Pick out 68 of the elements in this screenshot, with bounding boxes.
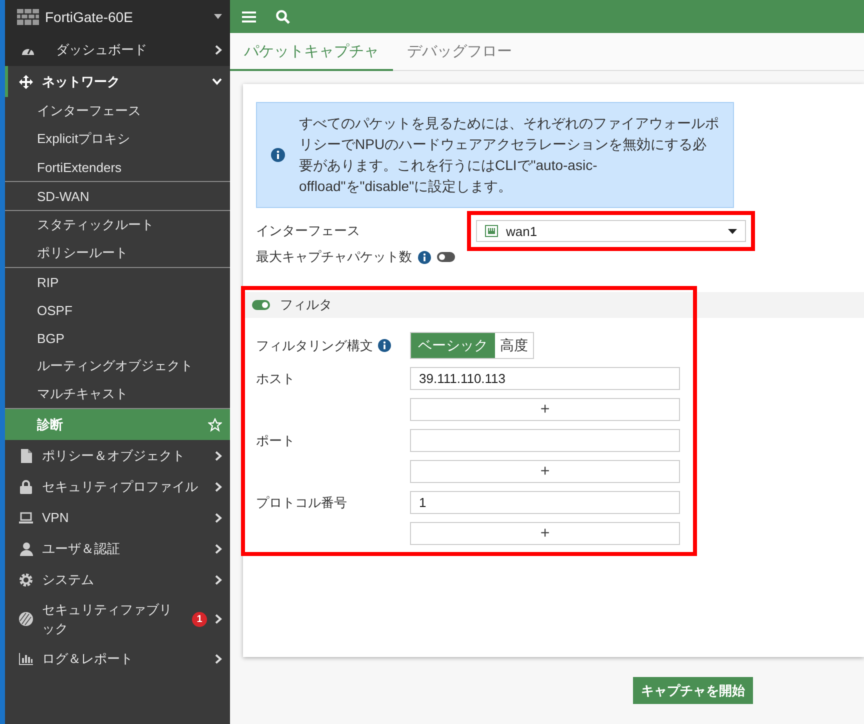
search-icon[interactable] (276, 10, 290, 24)
info-icon (378, 339, 391, 352)
tab[interactable]: パケットキャプチャ (230, 33, 393, 71)
chevron-right-icon (215, 482, 222, 492)
field-label: 最大キャプチャパケット数 (256, 248, 412, 266)
sidebar-item[interactable]: ダッシュボード (5, 33, 230, 66)
sidebar-subitem[interactable]: Explicitプロキシ (5, 125, 230, 153)
move-arrows-icon (19, 74, 33, 88)
sidebar-item[interactable]: セキュリティファブリック 1 (5, 595, 230, 643)
user-icon (20, 542, 32, 556)
port-icon (485, 225, 498, 237)
interface-select[interactable]: wan1 (476, 220, 746, 242)
field-label: ホスト (256, 370, 295, 388)
input-field[interactable]: 39.111.110.113 (410, 367, 680, 390)
toggle-switch[interactable] (252, 300, 270, 310)
sidebar-subitem[interactable]: BGP (5, 324, 230, 352)
sidebar-subitem[interactable]: FortiExtenders (5, 153, 230, 181)
sidebar-item[interactable]: ユーザ＆認証 (5, 533, 230, 564)
sidebar-item[interactable]: VPN (5, 502, 230, 533)
chevron-right-icon (215, 574, 222, 584)
sidebar-subitem[interactable]: マルチキャスト (5, 380, 230, 408)
notification-badge: 1 (192, 612, 207, 626)
toggle-switch[interactable] (437, 252, 455, 262)
info-icon (271, 148, 285, 162)
caret-down-icon (728, 228, 737, 234)
chevron-right-icon (215, 544, 222, 554)
striped-circle-icon (19, 612, 33, 626)
sidebar-subitem[interactable]: ポリシールート (5, 239, 230, 267)
sidebar-subitem[interactable]: インターフェース (5, 97, 230, 125)
firewall-icon (17, 8, 39, 24)
chevron-down-icon (212, 78, 222, 85)
info-text: すべてのパケットを見るためには、それぞれのファイアウォールポリシーでNPUのハードウェアアクセラレーションを無効にする必要があります。これを行うにはCLIで"auto-asic-offload"を"disable"に設定します。 (299, 114, 719, 196)
chevron-right-icon (215, 44, 222, 54)
chevron-right-icon (215, 450, 222, 460)
field-label: ポート (256, 432, 295, 450)
sidebar-item[interactable]: システム (5, 564, 230, 595)
field-label: インターフェース (256, 222, 361, 240)
star-icon[interactable] (208, 418, 222, 432)
segment-button[interactable]: ベーシック (411, 333, 495, 358)
laptop-icon (19, 512, 33, 524)
section-title: フィルタ (280, 296, 332, 314)
bar-chart-icon (19, 652, 33, 664)
input-field[interactable]: 1 (410, 491, 680, 514)
info-icon (418, 250, 431, 264)
sidebar-subitem[interactable]: 診断 (5, 408, 230, 440)
chevron-right-icon (215, 614, 222, 624)
sidebar-item[interactable]: ポリシー＆オブジェクト (5, 440, 230, 471)
chevron-right-icon (215, 512, 222, 522)
menu-icon[interactable] (242, 10, 256, 22)
sidebar-item[interactable]: セキュリティプロファイル (5, 471, 230, 502)
add-button[interactable]: + (410, 398, 680, 421)
lock-icon (20, 480, 32, 494)
field-label: フィルタリング構文 (256, 336, 373, 354)
device-name: FortiGate-60E (45, 8, 134, 24)
caret-down-icon (214, 14, 222, 19)
add-button[interactable]: + (410, 460, 680, 483)
add-button[interactable]: + (410, 522, 680, 545)
sidebar-subitem[interactable]: ルーティングオブジェクト (5, 352, 230, 380)
device-header[interactable]: FortiGate-60E (5, 0, 230, 33)
field-label: プロトコル番号 (256, 494, 347, 512)
chevron-right-icon (215, 654, 222, 664)
sidebar-subitem[interactable]: OSPF (5, 296, 230, 324)
document-icon (20, 448, 32, 462)
sidebar-item[interactable]: ログ＆レポート (5, 643, 230, 674)
tab[interactable]: デバッグフロー (393, 33, 526, 71)
gear-icon (19, 572, 33, 586)
input-field[interactable] (410, 429, 680, 452)
start-capture-button[interactable]: キャプチャを開始 (633, 677, 753, 704)
